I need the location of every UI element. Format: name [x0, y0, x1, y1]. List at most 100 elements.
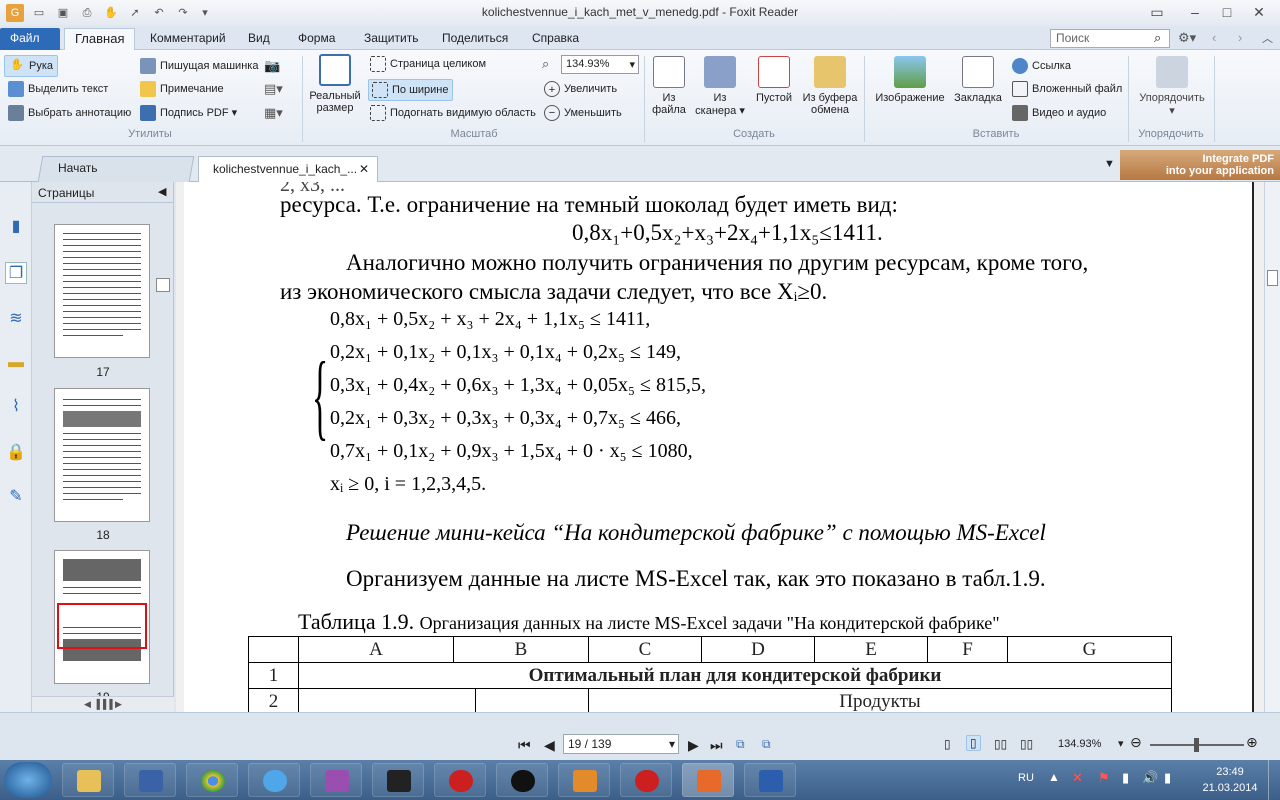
tab-help[interactable]: Справка [522, 28, 589, 50]
taskbar-explorer[interactable] [62, 763, 114, 797]
signature-icon[interactable]: ✎ [5, 486, 27, 508]
tab-file[interactable]: Файл [0, 28, 60, 50]
taskbar-ie[interactable] [248, 763, 300, 797]
layers-icon[interactable]: ≋ [5, 308, 27, 330]
tab-form[interactable]: Форма [288, 28, 345, 50]
battery-icon[interactable]: ▮ [1122, 770, 1129, 786]
zoom-in-icon[interactable]: ⊕ [1246, 734, 1258, 751]
maximize-button[interactable]: □ [1212, 0, 1242, 26]
sign-pdf-button[interactable]: Подпись PDF ▾ [140, 105, 237, 121]
fit-width-button[interactable]: По ширине [368, 79, 453, 101]
previous-view-icon[interactable]: ⧉ [736, 737, 745, 752]
collapse-panel-icon[interactable]: ◀ [158, 185, 166, 198]
vertical-scrollbar[interactable] [1264, 182, 1280, 712]
facing-icon[interactable]: ▯▯ [994, 737, 1007, 751]
show-desktop-button[interactable] [1268, 760, 1280, 800]
forward-icon[interactable]: › [1238, 30, 1242, 45]
zoom-select[interactable]: 134.93% ▾ [561, 55, 639, 74]
taskbar-app[interactable] [124, 763, 176, 797]
tabs-menu-icon[interactable]: ▼ [1104, 158, 1115, 170]
search-icon[interactable]: ⌕ [1154, 30, 1161, 46]
tab-share[interactable]: Поделиться [432, 28, 518, 50]
ribbon-toggle-icon[interactable]: ▭ [1142, 0, 1172, 26]
next-page-icon[interactable]: ▶ [688, 737, 699, 754]
taskbar-word[interactable] [744, 763, 796, 797]
scroll-thumb[interactable] [1267, 270, 1278, 286]
select-annotation-button[interactable]: Выбрать аннотацию [8, 105, 131, 121]
bookmarks-icon[interactable]: ▮ [5, 216, 27, 238]
prev-page-icon[interactable]: ◀ [544, 737, 555, 754]
last-page-icon[interactable]: ⏭ [710, 737, 723, 754]
taskbar-app[interactable] [310, 763, 362, 797]
taskbar-app[interactable] [496, 763, 548, 797]
collapse-ribbon-icon[interactable]: ︿ [1262, 30, 1273, 46]
show-hidden-icons[interactable]: ▲ [1048, 770, 1060, 784]
language-indicator[interactable]: RU [1018, 772, 1034, 784]
page-thumbnail-17[interactable] [54, 224, 150, 358]
flag-icon[interactable]: ⚑ [1098, 770, 1110, 786]
clock-time[interactable]: 23:49 [1200, 766, 1260, 778]
from-clipboard-button[interactable]: Из буфера обмена [800, 56, 860, 116]
visible-area-indicator[interactable] [57, 603, 147, 649]
network-icon[interactable]: ✕ [1072, 770, 1083, 786]
continuous-icon[interactable]: ▯ [966, 735, 981, 751]
signal-icon[interactable]: ▮ [1164, 770, 1171, 786]
select-text-button[interactable]: Выделить текст [8, 81, 108, 97]
actual-size-button[interactable]: Реальный размер [306, 54, 364, 114]
page-thumbnail-19[interactable] [54, 550, 150, 684]
gear-icon[interactable]: ⚙▾ [1178, 30, 1196, 46]
page-thumbnail-18[interactable] [54, 388, 150, 522]
tab-home[interactable]: Главная [64, 28, 136, 50]
bookmark-button[interactable]: Закладка [952, 56, 1004, 104]
panel-hscroll[interactable]: ◀ ▐▐▐ ▶ [32, 696, 174, 712]
tab-view[interactable]: Вид [238, 28, 280, 50]
image-button[interactable]: Изображение [872, 56, 948, 104]
taskbar-foxit[interactable] [682, 763, 734, 797]
zoom-out-icon[interactable]: ⊖ [1130, 734, 1142, 751]
taskbar-opera-2[interactable] [620, 763, 672, 797]
tab-start[interactable]: Начать [44, 156, 112, 182]
options-icon[interactable]: ▦▾ [264, 105, 283, 121]
zoom-slider-thumb[interactable] [1194, 738, 1199, 752]
zoom-level[interactable]: 134.93% [1058, 738, 1101, 750]
continuous-facing-icon[interactable]: ▯▯ [1020, 737, 1033, 751]
tab-protect[interactable]: Защитить [354, 28, 428, 50]
taskbar-chrome[interactable] [186, 763, 238, 797]
zoom-in-button[interactable]: + Увеличить [544, 81, 617, 97]
close-tab-icon[interactable]: ✕ [359, 157, 369, 181]
integrate-banner[interactable]: Integrate PDF into your application [1120, 150, 1280, 180]
comments-icon[interactable]: ▬ [5, 352, 27, 374]
hand-button[interactable]: ✋ Рука [4, 55, 59, 77]
link-button[interactable]: Ссылка [1012, 58, 1071, 74]
video-audio-button[interactable]: Видео и аудио [1012, 105, 1106, 121]
camera-icon[interactable]: 📷 [264, 58, 280, 74]
note-button[interactable]: Примечание [140, 81, 224, 97]
lock-icon[interactable]: 🔒 [5, 442, 27, 464]
tab-document[interactable]: kolichestvennue_i_kach_... ✕ [198, 156, 378, 182]
taskbar-player[interactable] [558, 763, 610, 797]
search-input[interactable]: Поиск [1050, 29, 1170, 48]
clock-date[interactable]: 21.03.2014 [1196, 782, 1264, 794]
clipboard-icon[interactable]: ▤▾ [264, 81, 283, 97]
from-scanner-button[interactable]: Из сканера ▾ [694, 56, 746, 117]
page-number-input[interactable]: 19 / 139 ▾ [563, 734, 679, 754]
from-file-button[interactable]: Из файла [648, 56, 690, 116]
next-view-icon[interactable]: ⧉ [762, 737, 771, 752]
close-button[interactable]: ✕ [1244, 0, 1274, 26]
blank-button[interactable]: Пустой [752, 56, 796, 104]
volume-icon[interactable]: 🔊 [1142, 770, 1158, 786]
zoom-dropdown-icon[interactable]: ▾ [1118, 737, 1124, 750]
first-page-icon[interactable]: ⏮ [518, 737, 531, 754]
back-icon[interactable]: ‹ [1212, 30, 1216, 45]
attachments-icon[interactable]: ⌇ [5, 396, 27, 418]
start-button[interactable] [4, 762, 52, 798]
fit-visible-button[interactable]: Подогнать видимую область [370, 105, 536, 121]
panel-scroll-thumb[interactable] [156, 278, 170, 292]
fit-page-button[interactable]: Страница целиком [370, 56, 486, 72]
arrange-button[interactable]: Упорядочить ▾ [1134, 56, 1210, 117]
tab-comment[interactable]: Комментарий [140, 28, 236, 50]
attach-file-button[interactable]: Вложенный файл [1012, 81, 1122, 97]
zoom-out-button[interactable]: − Уменьшить [544, 105, 622, 121]
single-page-icon[interactable]: ▯ [944, 737, 951, 751]
taskbar-app[interactable] [372, 763, 424, 797]
